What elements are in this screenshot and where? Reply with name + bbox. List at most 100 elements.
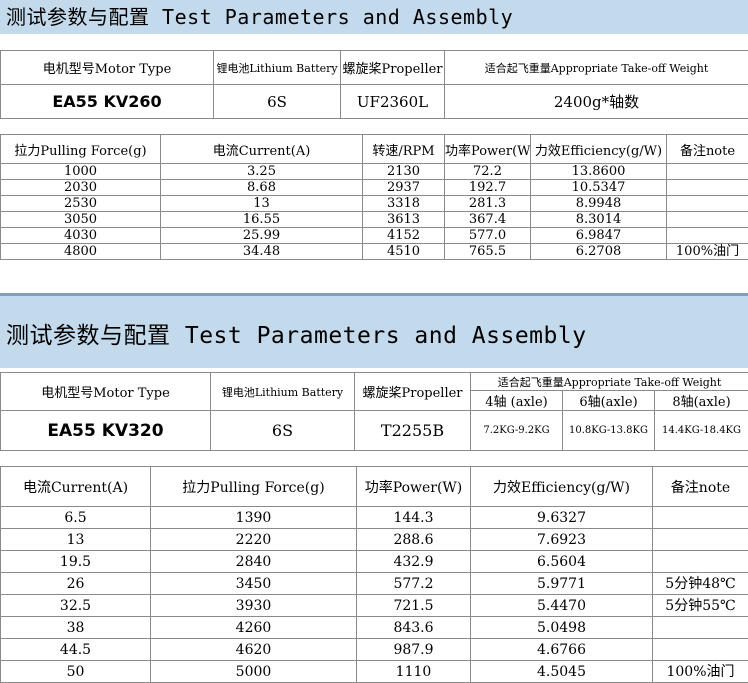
cell: 100%油门 [667, 244, 748, 260]
cell: 577.0 [445, 228, 531, 244]
cell [653, 529, 748, 551]
table-row: 32.53930721.55.44705分钟55℃ [1, 595, 748, 617]
cell: 44.5 [1, 639, 151, 661]
cell: 4.5045 [471, 661, 653, 683]
t1-header-efficiency: 力效Efficiency(g/W) [531, 135, 667, 164]
cfg1-value-weight: 2400g*轴数 [445, 85, 748, 119]
cell: 4620 [151, 639, 357, 661]
t2-header-note: 备注note [653, 467, 748, 507]
cfg2-value-motor: EA55 KV320 [1, 411, 211, 451]
cell: 6.5 [1, 507, 151, 529]
cell: 3318 [363, 196, 445, 212]
cell: 1000 [1, 164, 161, 180]
cell: 38 [1, 617, 151, 639]
cfg1-value-propeller: UF2360L [341, 85, 445, 119]
cell: 4800 [1, 244, 161, 260]
cell: 4.6766 [471, 639, 653, 661]
cell: 4030 [1, 228, 161, 244]
table-row: 480034.484510765.56.2708100%油门 [1, 244, 748, 260]
cell: 2937 [363, 180, 445, 196]
table-row: 305016.553613367.48.3014 [1, 212, 748, 228]
cfg1-header-battery: 锂电池Lithium Battery [214, 51, 341, 85]
cell: 4260 [151, 617, 357, 639]
t1-header-rpm: 转速/RPM [363, 135, 445, 164]
cell: 2840 [151, 551, 357, 573]
cell: 6.9847 [531, 228, 667, 244]
cell: 13.8600 [531, 164, 667, 180]
cell: 1390 [151, 507, 357, 529]
cell: 6.2708 [531, 244, 667, 260]
cell: 1110 [357, 661, 471, 683]
cell: 25.99 [161, 228, 363, 244]
cell [653, 551, 748, 573]
table-row: 2530133318281.38.9948 [1, 196, 748, 212]
table-row: 44.54620987.94.6766 [1, 639, 748, 661]
cell: 7.6923 [471, 529, 653, 551]
cell: 367.4 [445, 212, 531, 228]
t1-header-force: 拉力Pulling Force(g) [1, 135, 161, 164]
cfg2-header-8axle: 8轴(axle) [655, 391, 748, 411]
cfg2-header-battery: 锂电池Lithium Battery [211, 373, 355, 411]
cell: 8.68 [161, 180, 363, 196]
cfg1-header-propeller: 螺旋桨Propeller [341, 51, 445, 85]
cell: 281.3 [445, 196, 531, 212]
cfg2-value-4axle: 7.2KG-9.2KG [471, 411, 563, 451]
cell: 50 [1, 661, 151, 683]
cell [667, 164, 748, 180]
cfg2-value-6axle: 10.8KG-13.8KG [563, 411, 655, 451]
cell [667, 180, 748, 196]
cfg2-value-8axle: 14.4KG-18.4KG [655, 411, 748, 451]
table-row: 6.51390144.39.6327 [1, 507, 748, 529]
cell: 10.5347 [531, 180, 667, 196]
table-row: 20308.682937192.710.5347 [1, 180, 748, 196]
cell: 3613 [363, 212, 445, 228]
cell: 3050 [1, 212, 161, 228]
cell: 34.48 [161, 244, 363, 260]
cell: 8.3014 [531, 212, 667, 228]
t2-header-efficiency: 力效Efficiency(g/W) [471, 467, 653, 507]
cfg1-value-motor: EA55 KV260 [1, 85, 214, 119]
cell: 13 [1, 529, 151, 551]
section1-title: 测试参数与配置 Test Parameters and Assembly [0, 0, 748, 34]
cfg2-value-propeller: T2255B [355, 411, 471, 451]
cell: 4152 [363, 228, 445, 244]
t2-header-power: 功率Power(W) [357, 467, 471, 507]
cell: 843.6 [357, 617, 471, 639]
cell: 16.55 [161, 212, 363, 228]
cell: 288.6 [357, 529, 471, 551]
table-row: 10003.25213072.213.8600 [1, 164, 748, 180]
cell: 192.7 [445, 180, 531, 196]
cell: 4510 [363, 244, 445, 260]
cell: 5分钟55℃ [653, 595, 748, 617]
table-row: 403025.994152577.06.9847 [1, 228, 748, 244]
section2-data-table: 电流Current(A) 拉力Pulling Force(g) 功率Power(… [0, 466, 748, 683]
cell: 5.4470 [471, 595, 653, 617]
cell: 5.9771 [471, 573, 653, 595]
t1-header-current: 电流Current(A) [161, 135, 363, 164]
cell: 72.2 [445, 164, 531, 180]
cfg2-value-battery: 6S [211, 411, 355, 451]
cfg2-header-motor: 电机型号Motor Type [1, 373, 211, 411]
t1-header-note: 备注note [667, 135, 748, 164]
cell: 5000 [151, 661, 357, 683]
cell: 2130 [363, 164, 445, 180]
cell: 5分钟48℃ [653, 573, 748, 595]
cell: 13 [161, 196, 363, 212]
t2-header-current: 电流Current(A) [1, 467, 151, 507]
cell: 8.9948 [531, 196, 667, 212]
cell: 19.5 [1, 551, 151, 573]
cell: 2220 [151, 529, 357, 551]
cell: 32.5 [1, 595, 151, 617]
table-row: 132220288.67.6923 [1, 529, 748, 551]
cfg1-header-weight: 适合起飞重量Appropriate Take-off Weight [445, 51, 748, 85]
cell [667, 196, 748, 212]
table-row: 19.52840432.96.5604 [1, 551, 748, 573]
cell: 3450 [151, 573, 357, 595]
cell: 765.5 [445, 244, 531, 260]
cfg2-header-6axle: 6轴(axle) [563, 391, 655, 411]
section2-config-table: 电机型号Motor Type 锂电池Lithium Battery 螺旋桨Pro… [0, 372, 748, 451]
table-row: 384260843.65.0498 [1, 617, 748, 639]
cell: 6.5604 [471, 551, 653, 573]
cell [667, 212, 748, 228]
cfg1-header-motor: 电机型号Motor Type [1, 51, 214, 85]
